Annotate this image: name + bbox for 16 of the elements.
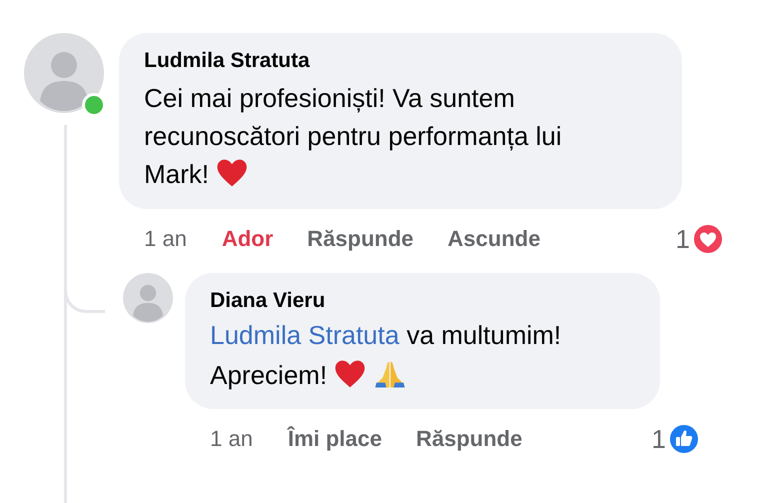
reaction-count: 1 [676,224,690,254]
avatar-photo-placeholder[interactable] [24,33,104,113]
action-link[interactable]: Ascunde [448,226,540,252]
author-name[interactable]: Diana Vieru [210,289,635,313]
mention-link[interactable]: Ludmila Stratuta [210,320,400,350]
action-link[interactable]: Răspunde [307,226,414,252]
reaction-count: 1 [652,424,666,454]
avatar-photo-placeholder[interactable] [123,273,173,323]
author-name[interactable]: Ludmila Stratuta [144,49,632,73]
react-link[interactable]: Ador [222,226,274,252]
react-link[interactable]: Îmi place [288,426,382,452]
comment-time: 1 an [144,226,187,252]
action-link[interactable]: Răspunde [416,426,522,452]
comment-time: 1 an [210,426,253,452]
comment-text: Ludmila Stratuta va multumim! Apreciem! [210,319,562,392]
comment-text: Cei mai profesioniști! Va suntem recunoscători pentru performanța lui Mark! [144,82,563,191]
